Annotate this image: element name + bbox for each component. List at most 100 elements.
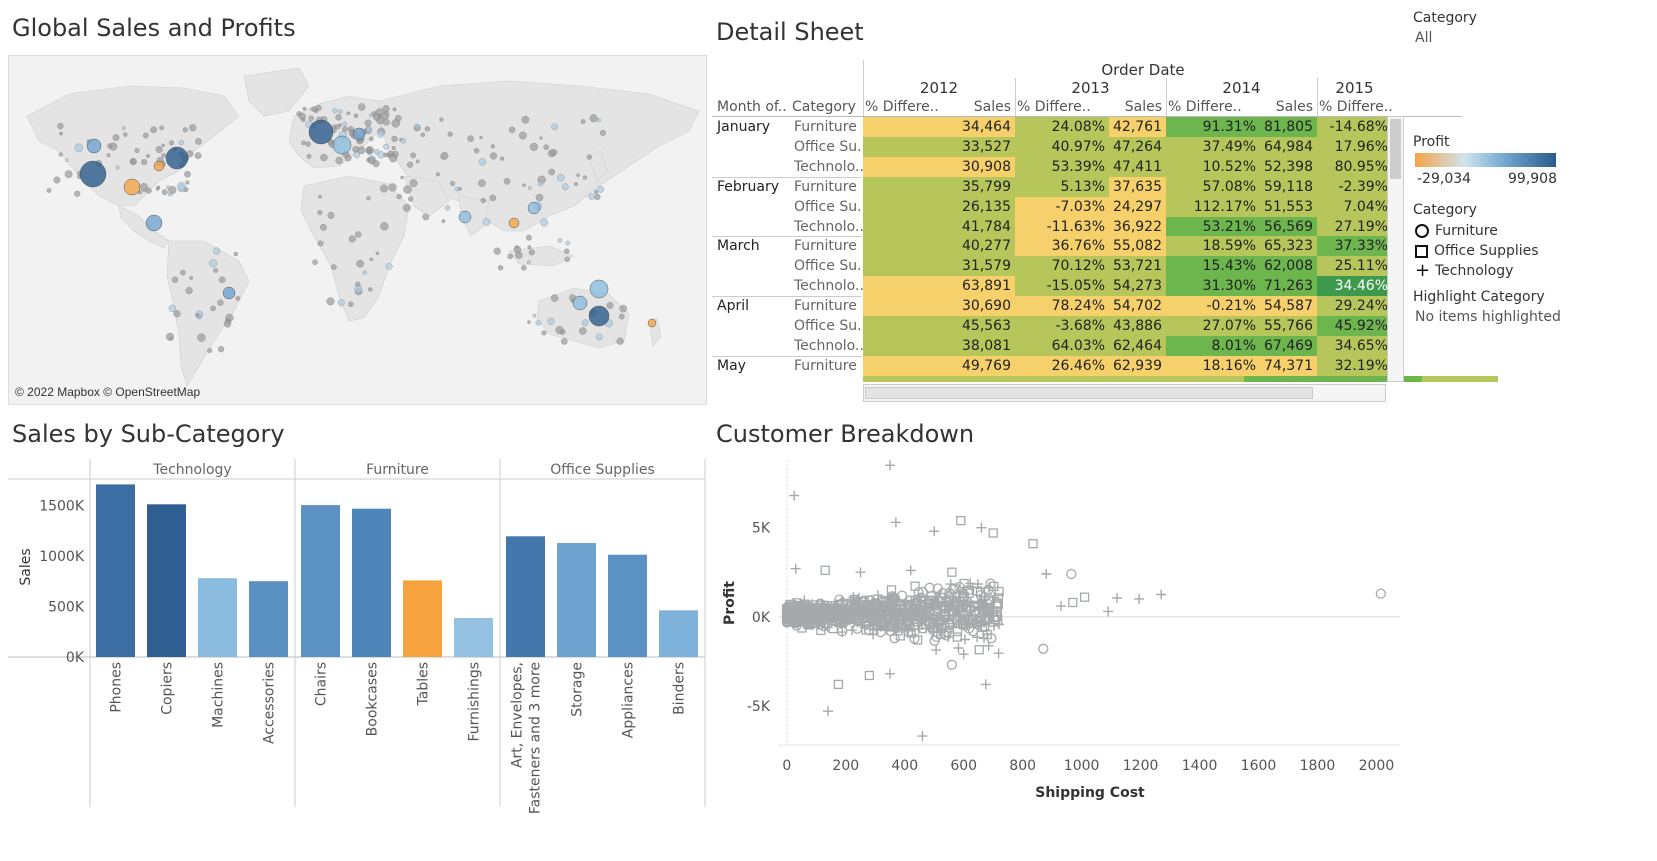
table-cell[interactable]: 53.21% xyxy=(1166,217,1260,237)
table-cell[interactable]: 25.11% xyxy=(1317,256,1392,276)
map-marker[interactable] xyxy=(86,138,102,154)
pct-diff-header[interactable]: % Differe.. xyxy=(865,97,955,118)
map-marker[interactable] xyxy=(115,165,120,170)
map-marker[interactable] xyxy=(348,301,354,307)
map-marker[interactable] xyxy=(139,183,148,192)
map-marker[interactable] xyxy=(373,113,381,121)
bar[interactable] xyxy=(301,505,340,657)
map-marker[interactable] xyxy=(458,186,462,191)
shape-legend-item[interactable]: Furniture xyxy=(1415,221,1565,241)
map-marker[interactable] xyxy=(385,262,393,270)
map-marker[interactable] xyxy=(342,121,348,127)
map-marker[interactable] xyxy=(233,251,238,257)
map-marker[interactable] xyxy=(439,117,444,122)
map-marker[interactable] xyxy=(413,123,420,130)
map-marker[interactable] xyxy=(508,217,520,229)
map-marker[interactable] xyxy=(521,265,527,271)
table-cell[interactable]: 36.76% xyxy=(1015,236,1109,256)
map-marker[interactable] xyxy=(347,126,354,132)
map-marker[interactable] xyxy=(366,196,371,201)
scatter-point[interactable] xyxy=(864,670,875,681)
map-marker[interactable] xyxy=(106,153,111,158)
pct-diff-header[interactable]: % Differe.. xyxy=(1017,97,1107,118)
map-marker[interactable] xyxy=(195,313,200,317)
year-header[interactable]: 2013 xyxy=(1015,78,1166,99)
pct-diff-header[interactable]: % Differe.. xyxy=(1168,97,1258,118)
map-marker[interactable] xyxy=(555,326,564,335)
scatter-point[interactable] xyxy=(1038,643,1049,654)
map-marker[interactable] xyxy=(308,119,334,145)
table-cell[interactable]: 57.08% xyxy=(1166,177,1260,197)
map-marker[interactable] xyxy=(222,286,236,300)
category-label[interactable]: Furniture xyxy=(790,296,863,317)
map-marker[interactable] xyxy=(551,123,558,131)
map-marker[interactable] xyxy=(383,143,389,150)
map-marker[interactable] xyxy=(478,179,486,187)
bar-group-header[interactable]: Technology xyxy=(152,462,231,478)
map-marker[interactable] xyxy=(353,113,359,118)
map-marker[interactable] xyxy=(479,135,483,140)
table-cell[interactable]: 17.96% xyxy=(1317,137,1392,157)
table-cell[interactable]: 5.13% xyxy=(1015,177,1109,197)
map-marker[interactable] xyxy=(107,143,113,149)
map-marker[interactable] xyxy=(381,112,390,120)
map-marker[interactable] xyxy=(150,126,158,134)
table-cell[interactable]: 47,264 xyxy=(1109,137,1166,157)
map-marker[interactable] xyxy=(372,160,380,168)
table-cell[interactable]: 53.39% xyxy=(1015,157,1109,177)
map-marker[interactable] xyxy=(305,141,311,147)
map-marker[interactable] xyxy=(185,180,190,185)
map-marker[interactable] xyxy=(480,197,486,204)
table-cell[interactable]: 51,553 xyxy=(1260,197,1317,217)
map-marker[interactable] xyxy=(420,132,426,138)
category-label[interactable]: Furniture xyxy=(790,236,863,257)
table-cell[interactable]: 38,081 xyxy=(863,336,1015,356)
map-marker[interactable] xyxy=(318,194,322,199)
table-cell[interactable]: -15.05% xyxy=(1015,276,1109,296)
map-marker[interactable] xyxy=(146,154,150,158)
scatter-point[interactable] xyxy=(1066,568,1077,580)
table-cell[interactable]: 33,527 xyxy=(863,137,1015,157)
map-marker[interactable] xyxy=(535,193,544,202)
map-marker[interactable] xyxy=(467,135,474,142)
map-marker[interactable] xyxy=(527,320,531,324)
highlight-value[interactable]: No items highlighted xyxy=(1415,309,1561,325)
map-marker[interactable] xyxy=(522,183,526,188)
scatter-point[interactable] xyxy=(976,522,987,533)
year-header[interactable]: 2015 xyxy=(1317,78,1392,99)
map-marker[interactable] xyxy=(161,189,168,196)
map-marker[interactable] xyxy=(380,184,388,193)
map-marker[interactable] xyxy=(392,107,397,112)
map-marker[interactable] xyxy=(478,158,487,166)
map-marker[interactable] xyxy=(180,269,186,276)
map-marker[interactable] xyxy=(503,178,511,185)
map-marker[interactable] xyxy=(197,333,206,342)
map-marker[interactable] xyxy=(369,113,373,118)
year-header[interactable]: 2014 xyxy=(1166,78,1317,99)
map-marker[interactable] xyxy=(402,204,411,212)
map-marker[interactable] xyxy=(547,317,555,325)
map-marker[interactable] xyxy=(218,346,225,353)
scatter-point[interactable] xyxy=(833,679,844,690)
map-marker[interactable] xyxy=(195,138,202,145)
category-label[interactable]: Technolo.. xyxy=(790,157,863,178)
map-marker[interactable] xyxy=(589,279,609,299)
sales-bar-chart[interactable]: Sales 0K 500K 1000K 1500K Technology Phones Cop… xyxy=(0,455,710,815)
scatter-point[interactable] xyxy=(823,706,834,717)
table-cell[interactable]: 52,398 xyxy=(1260,157,1317,177)
map-marker[interactable] xyxy=(528,186,532,190)
map-marker[interactable] xyxy=(580,119,586,124)
table-cell[interactable]: 112.17% xyxy=(1166,197,1260,217)
map-marker[interactable] xyxy=(79,160,107,188)
table-cell[interactable]: 45,563 xyxy=(863,316,1015,336)
map-marker[interactable] xyxy=(209,259,218,268)
table-cell[interactable]: 8.01% xyxy=(1166,336,1260,356)
month-label[interactable]: May xyxy=(713,356,789,377)
table-cell[interactable]: -11.63% xyxy=(1015,217,1109,237)
category-column-header[interactable]: Category xyxy=(792,97,862,118)
category-label[interactable]: Office Su.. xyxy=(790,316,863,337)
bar-group-header[interactable]: Furniture xyxy=(366,462,429,478)
pct-diff-header[interactable]: % Differe.. xyxy=(1319,97,1392,118)
category-label[interactable]: Furniture xyxy=(790,117,863,138)
table-cell[interactable]: 40,277 xyxy=(863,236,1015,256)
